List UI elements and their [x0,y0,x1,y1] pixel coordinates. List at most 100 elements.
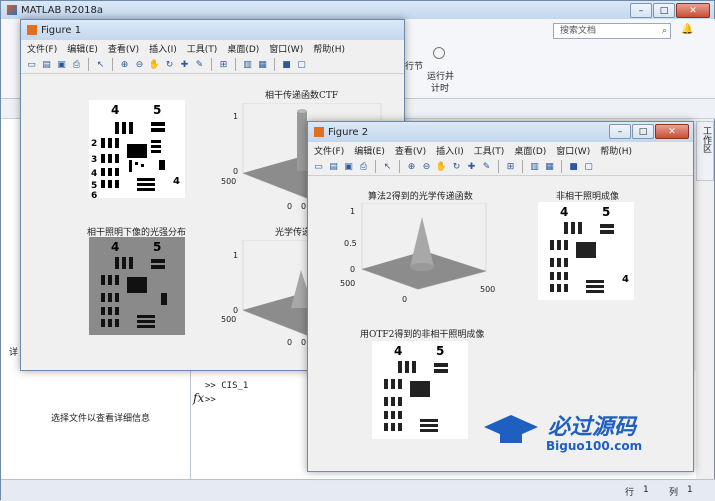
hide-tools-icon[interactable]: ■ [567,160,580,173]
menu-edit[interactable]: 编辑(E) [67,42,98,55]
menu-tools[interactable]: 工具(T) [474,144,505,157]
datacursor-icon[interactable]: ✚ [178,58,191,71]
new-icon[interactable]: ▭ [25,58,38,71]
main-title: MATLAB R2018a [21,4,104,16]
menu-view[interactable]: 查看(V) [108,42,139,55]
f1-z1: 1 [233,112,239,121]
rotate-icon[interactable]: ↻ [450,160,463,173]
figure1-title: Figure 1 [41,24,82,36]
hide-tools-icon[interactable]: ■ [280,58,293,71]
zoom-in-icon[interactable]: ⊕ [118,58,131,71]
legend-icon[interactable]: ▦ [543,160,556,173]
maximize-button[interactable]: □ [632,124,654,139]
close-button[interactable]: ✕ [676,3,710,18]
open-icon[interactable]: ▤ [40,58,53,71]
menu-help[interactable]: 帮助(H) [313,42,345,55]
colorbar-icon[interactable]: ▥ [528,160,541,173]
minimize-button[interactable]: – [609,124,631,139]
command-line-2: >> [205,395,216,405]
subplot-otf2-image-title: 用OTF2得到的非相干照明成像 [360,330,485,340]
menu-window[interactable]: 窗口(W) [269,42,303,55]
pointer-icon[interactable]: ↖ [94,58,107,71]
figure2-titlebar: Figure 2 – □ ✕ [308,122,693,142]
legend-icon[interactable]: ▦ [256,58,269,71]
svg-text:5: 5 [602,205,610,219]
search-icon[interactable]: ⌕ [662,24,667,38]
menu-desktop[interactable]: 桌面(D) [227,42,259,55]
svg-text:4: 4 [111,103,119,117]
menu-insert[interactable]: 插入(I) [436,144,464,157]
svg-text:6: 6 [91,191,97,198]
zoom-in-icon[interactable]: ⊕ [405,160,418,173]
menu-view[interactable]: 查看(V) [395,144,426,157]
new-icon[interactable]: ▭ [312,160,325,173]
subplot-incoherent-title: 非相干照明成像 [556,192,620,202]
maximize-button[interactable]: □ [653,3,675,18]
status-col-label: 列 [669,488,679,498]
link-icon[interactable]: ⊞ [217,58,230,71]
subplot-ctf-title: 相干传递函数CTF [265,91,339,101]
svg-text:4: 4 [394,344,402,358]
save-icon[interactable]: ▣ [342,160,355,173]
otf2-image: 4 5 [372,341,468,439]
f2-y500: 500 [480,285,496,294]
zoom-out-icon[interactable]: ⊖ [420,160,433,173]
matlab-logo-icon [7,5,17,15]
menu-window[interactable]: 窗口(W) [556,144,590,157]
f1-x0b: 0 [301,202,307,211]
print-icon[interactable]: ⎙ [357,160,370,173]
figure1-titlebar: Figure 1 [21,20,404,40]
minimize-button[interactable]: – [630,3,652,18]
f1-x500b: 500 [221,315,237,324]
pan-icon[interactable]: ✋ [148,58,161,71]
figure2-canvas: 算法2得到的光学传递函数 1 0.5 0 500 0 500 非相干照明成像 4… [308,177,693,471]
main-titlebar: MATLAB R2018a – □ ✕ [1,1,714,19]
panel-label: 详 [9,348,19,358]
menu-help[interactable]: 帮助(H) [600,144,632,157]
menu-desktop[interactable]: 桌面(D) [514,144,546,157]
dock-icon[interactable]: ▢ [582,160,595,173]
pointer-icon[interactable]: ↖ [381,160,394,173]
menu-file[interactable]: 文件(F) [314,144,344,157]
figure2-menubar: 文件(F) 编辑(E) 查看(V) 插入(I) 工具(T) 桌面(D) 窗口(W… [308,142,693,158]
brush-icon[interactable]: ✎ [193,58,206,71]
search-box[interactable]: 搜索文档 ⌕ [553,23,671,39]
f1-z1b: 1 [233,251,239,260]
bell-icon[interactable]: 🔔 [681,24,693,35]
svg-text:3: 3 [91,155,97,165]
menu-file[interactable]: 文件(F) [27,42,57,55]
figure1-menubar: 文件(F) 编辑(E) 查看(V) 插入(I) 工具(T) 桌面(D) 窗口(W… [21,40,404,56]
ribbon-item-3[interactable]: 计时 [431,81,449,94]
menu-edit[interactable]: 编辑(E) [354,144,385,157]
f1-x0c: 0 [287,338,293,347]
otf2-surface-plot [361,203,487,290]
svg-text:4: 4 [622,274,629,285]
datacursor-icon[interactable]: ✚ [465,160,478,173]
status-bar: 行 1 列 1 [1,479,715,501]
colorbar-icon[interactable]: ▥ [241,58,254,71]
run-timer-icon[interactable] [433,47,445,59]
svg-text:5: 5 [436,344,444,358]
zoom-out-icon[interactable]: ⊖ [133,58,146,71]
f1-x500: 500 [221,177,237,186]
pan-icon[interactable]: ✋ [435,160,448,173]
open-icon[interactable]: ▤ [327,160,340,173]
save-icon[interactable]: ▣ [55,58,68,71]
link-icon[interactable]: ⊞ [504,160,517,173]
svg-text:5: 5 [91,181,97,191]
menu-insert[interactable]: 插入(I) [149,42,177,55]
side-tab[interactable]: 工作区 [696,121,714,181]
search-input[interactable]: 搜索文档 [560,26,596,36]
figure-icon [314,127,324,137]
close-button[interactable]: ✕ [655,124,689,139]
brush-icon[interactable]: ✎ [480,160,493,173]
rotate-icon[interactable]: ↻ [163,58,176,71]
watermark: 必过源码 Biguo100.com [476,409,686,459]
dock-icon[interactable]: ▢ [295,58,308,71]
svg-text:4: 4 [173,176,180,187]
svg-text:2: 2 [91,139,97,149]
print-icon[interactable]: ⎙ [70,58,83,71]
side-tab-label[interactable]: 工作区 [701,126,711,153]
ribbon-item-1[interactable]: 行节 [405,59,423,72]
menu-tools[interactable]: 工具(T) [187,42,218,55]
